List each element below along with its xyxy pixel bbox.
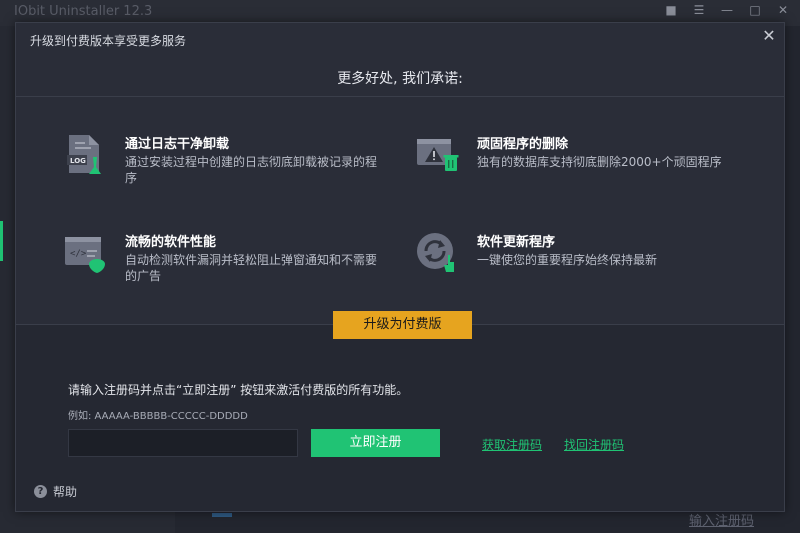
feature-title: 软件更新程序 bbox=[477, 235, 556, 250]
feature-description: 一键使您的重要程序始终保持最新 bbox=[477, 253, 658, 267]
features-panel: LOG 通过日志干净卸载 通过安装过程中创建的日志彻底卸载被记录的程序 顽固程序… bbox=[16, 97, 784, 324]
maximize-icon[interactable]: □ bbox=[748, 3, 762, 17]
minimize-icon[interactable]: — bbox=[720, 3, 734, 17]
upgrade-dialog: 升级到付费版本享受更多服务 ✕ 更多好处, 我们承诺: LOG 通过日志干净卸载… bbox=[15, 22, 785, 512]
registration-example: 例如: AAAAA-BBBBB-CCCCC-DDDDD bbox=[68, 411, 248, 422]
feature-description: 通过安装过程中创建的日志彻底卸载被记录的程序 bbox=[125, 155, 378, 185]
sidebar-active-marker bbox=[0, 221, 3, 261]
feature-title: 通过日志干净卸载 bbox=[125, 137, 230, 152]
menu-icon[interactable]: ☰ bbox=[692, 3, 706, 17]
background-app-title: IObit Uninstaller 12.3 bbox=[14, 4, 153, 19]
dialog-headline: 更多好处, 我们承诺: bbox=[337, 71, 463, 87]
upgrade-button[interactable]: 升级为付费版 bbox=[333, 311, 472, 339]
register-now-button[interactable]: 立即注册 bbox=[311, 429, 440, 457]
retrieve-code-link[interactable]: 找回注册码 bbox=[564, 436, 624, 453]
background-bottom-icon bbox=[212, 513, 232, 517]
help-icon: ? bbox=[34, 485, 47, 498]
background-window-controls: ■ ☰ — □ ✕ bbox=[664, 3, 790, 17]
bag-icon[interactable]: ■ bbox=[664, 3, 678, 17]
feature-description: 独有的数据库支持彻底删除2000+个顽固程序 bbox=[477, 155, 722, 169]
feature-description: 自动检测软件漏洞并轻松阻止弹窗通知和不需要的广告 bbox=[125, 253, 378, 283]
feature-title: 顽固程序的删除 bbox=[477, 137, 569, 152]
help-button[interactable]: ? 帮助 bbox=[34, 483, 77, 500]
registration-panel: 请输入注册码并点击“立即注册” 按钮来激活付费版的所有功能。 例如: AAAAA… bbox=[16, 325, 784, 511]
svg-text:LOG: LOG bbox=[70, 157, 86, 165]
registration-prompt: 请输入注册码并点击“立即注册” 按钮来激活付费版的所有功能。 bbox=[68, 383, 409, 397]
close-icon[interactable]: ✕ bbox=[760, 27, 778, 45]
get-code-link[interactable]: 获取注册码 bbox=[482, 436, 542, 453]
code-shield-icon: </> bbox=[63, 231, 107, 275]
refresh-click-icon bbox=[415, 231, 459, 275]
close-icon[interactable]: ✕ bbox=[776, 3, 790, 17]
feature-title: 流畅的软件性能 bbox=[125, 235, 217, 250]
svg-text:</>: </> bbox=[70, 249, 87, 259]
registration-code-input[interactable] bbox=[68, 429, 298, 457]
help-label: 帮助 bbox=[53, 485, 78, 499]
dialog-title: 升级到付费版本享受更多服务 bbox=[30, 34, 187, 48]
warning-window-icon bbox=[415, 133, 459, 177]
log-file-icon: LOG bbox=[63, 133, 107, 177]
background-enter-code-link[interactable]: 输入注册码 bbox=[689, 510, 754, 529]
